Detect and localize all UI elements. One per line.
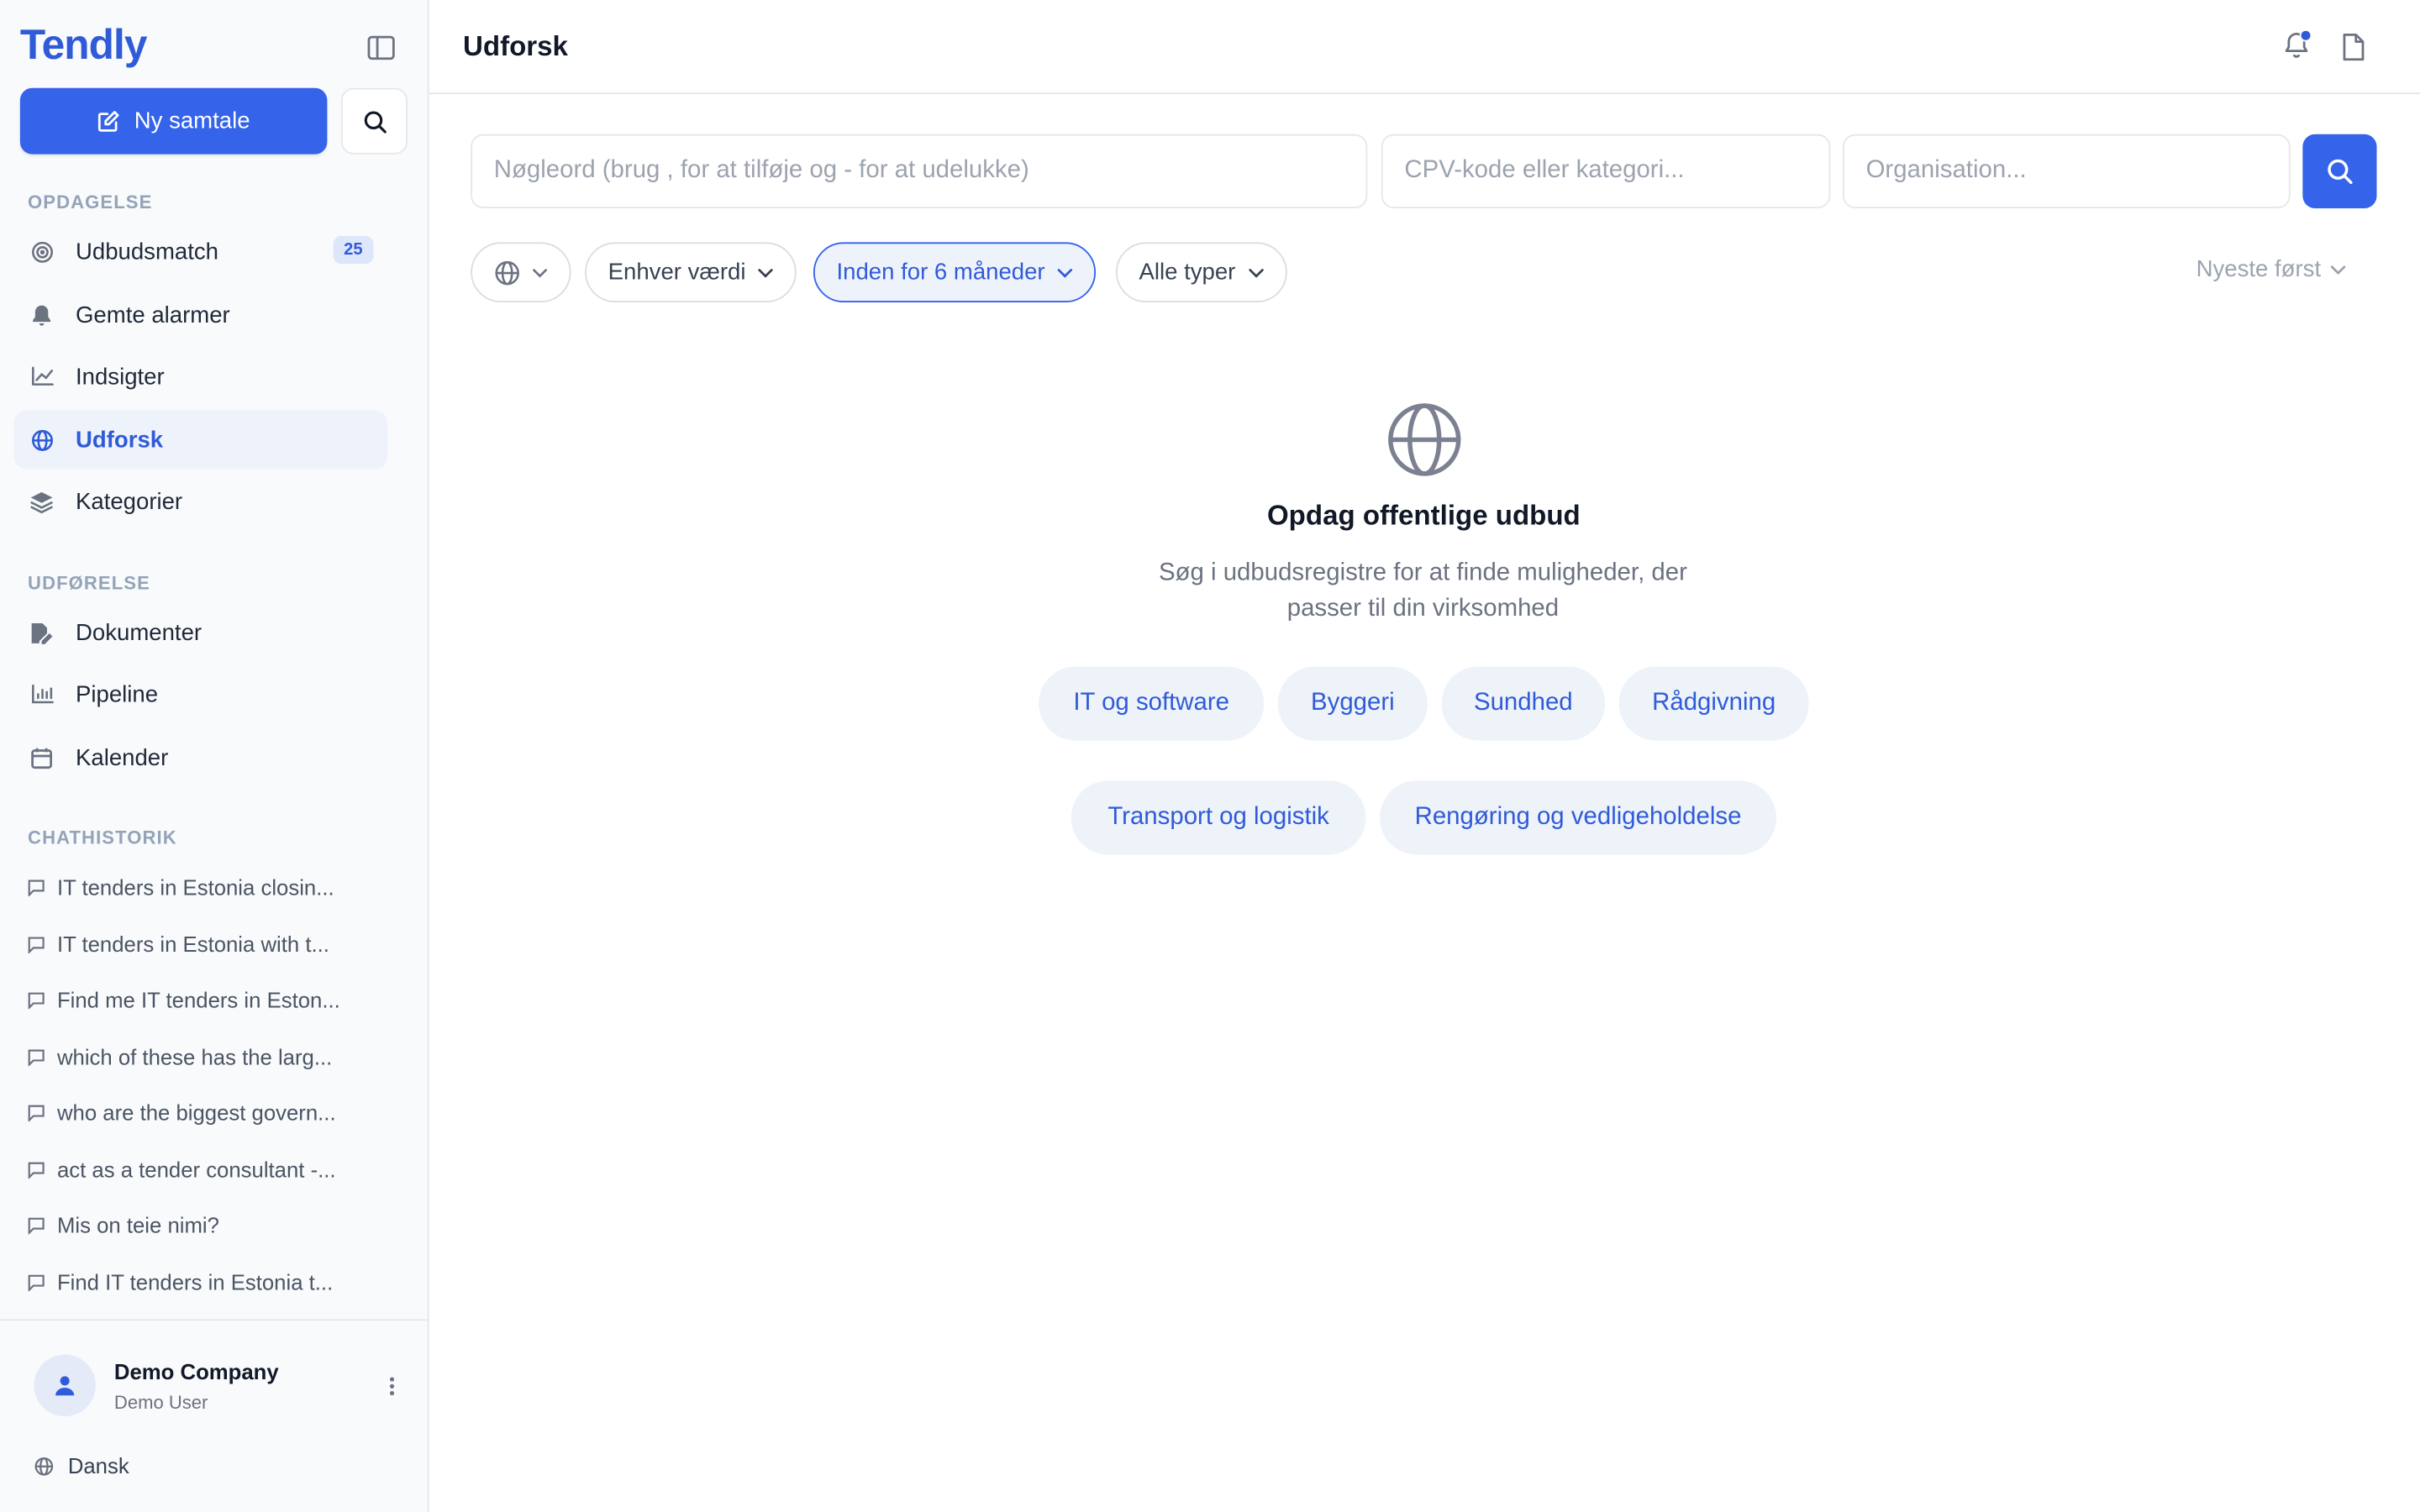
- page-title: Udforsk: [463, 30, 568, 62]
- message-icon: [28, 879, 45, 896]
- account-menu-button[interactable]: [381, 1370, 403, 1401]
- category-chip[interactable]: Rådgivning: [1618, 666, 1809, 741]
- globe-icon: [1388, 403, 1461, 476]
- user-icon: [55, 1376, 75, 1396]
- sidebar-item-label: Pipeline: [75, 680, 159, 708]
- sidebar-item-dokumenter[interactable]: Dokumenter: [14, 603, 387, 662]
- message-icon: [28, 991, 45, 1009]
- sidebar-item-pipeline[interactable]: Pipeline: [14, 665, 387, 724]
- globe-icon: [29, 428, 54, 452]
- chat-history-item[interactable]: IT tenders in Estonia closin...: [28, 869, 382, 906]
- chat-history-item[interactable]: Mis on teie nimi?: [28, 1206, 382, 1243]
- message-icon: [28, 936, 45, 953]
- avatar[interactable]: [34, 1354, 96, 1417]
- company-name: Demo Company: [113, 1359, 279, 1384]
- top-bar: Udforsk: [429, 0, 2420, 95]
- chat-history-item[interactable]: IT tenders in Estonia with t...: [28, 926, 382, 963]
- period-filter-button[interactable]: Inden for 6 måneder: [813, 242, 1097, 302]
- bell-icon: [29, 302, 54, 327]
- region-filter-button[interactable]: [471, 242, 571, 302]
- new-chat-label: Ny samtale: [134, 108, 250, 134]
- message-icon: [28, 1161, 45, 1179]
- sidebar-footer: Demo Company Demo User Dansk: [0, 1319, 428, 1512]
- notification-dot: [2299, 29, 2312, 42]
- sidebar: Tendly Ny samtale OPDAGELSE Udbudsmatch …: [0, 0, 429, 1512]
- sidebar-toggle-button[interactable]: [364, 31, 397, 65]
- documents-button[interactable]: [2337, 29, 2370, 63]
- chevron-down-icon: [2330, 265, 2346, 275]
- chat-history-item[interactable]: act as a tender consultant -...: [28, 1151, 382, 1188]
- chevron-down-icon: [533, 268, 548, 277]
- sidebar-item-label: Kategorier: [75, 488, 183, 515]
- sidebar-item-label: Dokumenter: [75, 619, 203, 646]
- empty-state-description: Søg i udbudsregistre for at finde muligh…: [1158, 559, 1687, 622]
- sort-label: Nyeste først: [2196, 255, 2322, 283]
- empty-state-title: Opdag offentlige udbud: [1266, 500, 1581, 531]
- search-icon: [2328, 159, 2353, 185]
- message-icon: [28, 1273, 45, 1291]
- language-selector[interactable]: Dansk: [34, 1453, 129, 1478]
- calendar-icon: [29, 745, 54, 769]
- target-icon: [29, 239, 54, 264]
- user-name: Demo User: [113, 1391, 208, 1414]
- category-chip[interactable]: Rengøring og vedligeholdelse: [1380, 780, 1777, 855]
- sidebar-item-label: Kalender: [75, 744, 169, 771]
- edit-icon: [97, 111, 119, 132]
- file-icon: [2343, 33, 2365, 60]
- sidebar-item-kalender[interactable]: Kalender: [14, 728, 387, 787]
- sidebar-item-indsigter[interactable]: Indsigter: [14, 347, 387, 406]
- sidebar-item-label: Gemte alarmer: [75, 302, 230, 328]
- period-filter-label: Inden for 6 måneder: [836, 259, 1045, 286]
- chevron-down-icon: [1248, 268, 1263, 277]
- chat-history-item[interactable]: who are the biggest govern...: [28, 1094, 382, 1131]
- new-chat-button[interactable]: Ny samtale: [19, 87, 328, 155]
- chevron-down-icon: [758, 268, 774, 277]
- more-vertical-icon: [389, 1376, 395, 1395]
- category-chip[interactable]: Byggeri: [1277, 666, 1428, 741]
- bar-chart-icon: [29, 682, 54, 706]
- category-chip[interactable]: Transport og logistik: [1071, 780, 1366, 855]
- sidebar-item-udforsk[interactable]: Udforsk: [13, 410, 388, 470]
- cpv-search-input[interactable]: [1381, 134, 1831, 208]
- sidebar-item-gemte-alarmer[interactable]: Gemte alarmer: [14, 286, 387, 344]
- value-filter-button[interactable]: Enhver værdi: [585, 242, 797, 302]
- type-filter-label: Alle typer: [1139, 259, 1236, 286]
- file-edit-icon: [29, 620, 54, 644]
- match-count-badge: 25: [333, 236, 374, 265]
- chat-history-item[interactable]: Find me IT tenders in Eston...: [28, 981, 382, 1018]
- sidebar-item-label: Indsigter: [75, 363, 165, 390]
- value-filter-label: Enhver værdi: [608, 259, 746, 286]
- globe-icon: [495, 260, 519, 285]
- layers-icon: [29, 489, 54, 513]
- sidebar-item-label: Udbudsmatch: [75, 238, 219, 265]
- search-submit-button[interactable]: [2302, 134, 2377, 208]
- section-label-execution: UDFØRELSE: [28, 572, 150, 595]
- main-content: Udforsk Enhver værdi Inden for 6 måneder: [429, 0, 2420, 1512]
- search-icon: [363, 110, 386, 133]
- type-filter-button[interactable]: Alle typer: [1115, 242, 1286, 302]
- message-icon: [28, 1216, 45, 1234]
- message-icon: [28, 1048, 45, 1066]
- line-chart-icon: [29, 364, 54, 388]
- chat-history-item[interactable]: Find IT tenders in Estonia t...: [28, 1263, 382, 1300]
- sidebar-item-kategorier[interactable]: Kategorier: [14, 472, 387, 531]
- section-label-discovery: OPDAGELSE: [28, 191, 153, 213]
- section-label-history: CHATHISTORIK: [28, 827, 177, 849]
- notifications-button[interactable]: [2281, 29, 2315, 63]
- category-chip[interactable]: Sundhed: [1441, 666, 1606, 741]
- sort-dropdown[interactable]: Nyeste først: [2196, 256, 2346, 282]
- category-chip[interactable]: IT og software: [1039, 666, 1265, 741]
- sidebar-toggle-icon: [367, 35, 395, 60]
- sidebar-item-label: Udforsk: [75, 426, 164, 454]
- sidebar-search-button[interactable]: [340, 87, 408, 155]
- keyword-search-input[interactable]: [471, 134, 1368, 208]
- sidebar-item-udbudsmatch[interactable]: Udbudsmatch 25: [14, 222, 387, 281]
- message-icon: [28, 1104, 45, 1121]
- chat-history-item[interactable]: which of these has the larg...: [28, 1038, 382, 1075]
- app-logo[interactable]: Tendly: [20, 22, 148, 70]
- globe-icon: [34, 1457, 54, 1475]
- language-label: Dansk: [67, 1453, 129, 1478]
- organisation-search-input[interactable]: [1843, 134, 2291, 208]
- chevron-down-icon: [1057, 268, 1073, 277]
